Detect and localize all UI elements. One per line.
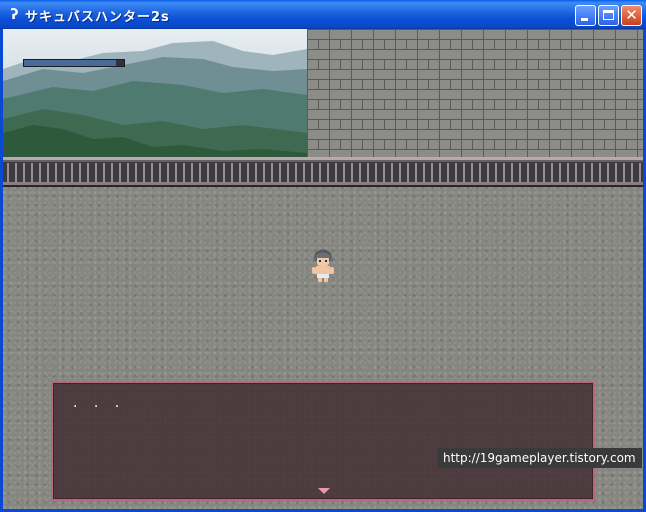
title-bar[interactable]: ʔ サキュバスハンター2s ✕	[0, 0, 646, 29]
message-window[interactable]: . . .	[51, 381, 595, 501]
close-button[interactable]: ✕	[621, 5, 642, 26]
watermark-url: http://19gameplayer.tistory.com	[437, 448, 642, 468]
window-title: サキュバスハンター2s	[25, 10, 170, 25]
player-character[interactable]	[307, 247, 339, 283]
minimize-icon	[581, 18, 588, 21]
game-screen[interactable]: . . .	[3, 29, 643, 509]
iron-railing	[3, 157, 643, 187]
minimize-button[interactable]	[575, 5, 596, 26]
hp-bar	[23, 59, 125, 67]
brick-mortar-offset	[307, 39, 643, 157]
app-icon[interactable]: ʔ	[8, 7, 21, 23]
mountain-landscape	[3, 29, 307, 157]
maximize-button[interactable]	[598, 5, 619, 26]
next-arrow-icon[interactable]	[318, 488, 330, 494]
close-icon: ✕	[625, 6, 638, 24]
maximize-icon	[603, 10, 614, 20]
hp-bar-fill	[24, 60, 116, 66]
message-text: . . .	[73, 395, 126, 411]
